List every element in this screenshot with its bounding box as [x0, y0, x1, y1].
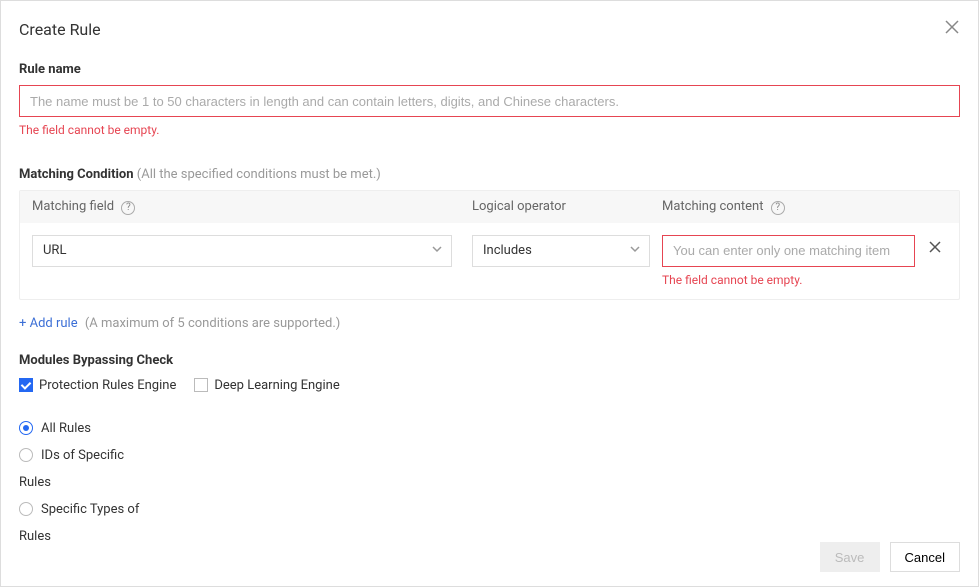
- header-matching-field: Matching field ?: [32, 199, 472, 215]
- matching-content-error: The field cannot be empty.: [662, 273, 915, 287]
- rule-name-input[interactable]: [19, 85, 960, 117]
- condition-header-row: Matching field ? Logical operator Matchi…: [20, 191, 959, 223]
- remove-condition-button[interactable]: [929, 241, 941, 257]
- help-icon[interactable]: ?: [771, 201, 785, 215]
- radio-label: Specific Types of: [41, 502, 139, 517]
- checkbox-label: Protection Rules Engine: [39, 378, 176, 393]
- radio-label: IDs of Specific: [41, 448, 124, 463]
- help-icon[interactable]: ?: [121, 201, 135, 215]
- create-rule-dialog: Create Rule Rule name The field cannot b…: [0, 0, 979, 587]
- dialog-header: Create Rule: [19, 19, 960, 40]
- checkbox-deep-learning-engine[interactable]: Deep Learning Engine: [194, 378, 339, 393]
- add-rule-line: + Add rule (A maximum of 5 conditions ar…: [19, 316, 960, 331]
- radio-ids-specific[interactable]: IDs of Specific: [19, 448, 960, 463]
- logical-operator-select[interactable]: Includes: [472, 235, 650, 267]
- header-logical-operator: Logical operator: [472, 199, 662, 214]
- radio-icon: [19, 421, 33, 435]
- radio-specific-types[interactable]: Specific Types of: [19, 502, 960, 517]
- radio-icon: [19, 448, 33, 462]
- modules-checkbox-row: Protection Rules Engine Deep Learning En…: [19, 378, 960, 393]
- modules-title: Modules Bypassing Check: [19, 353, 960, 368]
- radio-icon: [19, 502, 33, 516]
- matching-content-input[interactable]: [662, 235, 915, 267]
- checkbox-label: Deep Learning Engine: [214, 378, 339, 393]
- checkbox-protection-rules-engine[interactable]: Protection Rules Engine: [19, 378, 176, 393]
- matching-condition-hint: (All the specified conditions must be me…: [137, 167, 381, 182]
- dialog-footer: Save Cancel: [820, 542, 960, 572]
- checkbox-icon: [194, 378, 208, 392]
- logical-operator-value: Includes: [483, 243, 532, 258]
- radio-label-continuation: Rules: [19, 475, 960, 490]
- radio-label: All Rules: [41, 421, 91, 436]
- matching-condition-title: Matching Condition (All the specified co…: [19, 167, 960, 182]
- radio-all-rules[interactable]: All Rules: [19, 421, 960, 436]
- close-icon: [944, 19, 960, 35]
- cancel-button[interactable]: Cancel: [890, 542, 960, 572]
- close-icon: [929, 241, 941, 253]
- condition-row: URL Includes The: [20, 223, 959, 299]
- chevron-down-icon: [629, 243, 641, 259]
- rules-radio-group: All Rules IDs of Specific Rules Specific…: [19, 421, 960, 544]
- add-rule-link[interactable]: + Add rule: [19, 316, 78, 331]
- matching-field-select[interactable]: URL: [32, 235, 452, 267]
- add-rule-hint: (A maximum of 5 conditions are supported…: [85, 316, 340, 331]
- matching-field-value: URL: [43, 243, 66, 258]
- checkbox-icon: [19, 378, 33, 392]
- chevron-down-icon: [431, 243, 443, 259]
- rule-name-error: The field cannot be empty.: [19, 123, 960, 137]
- condition-table: Matching field ? Logical operator Matchi…: [19, 190, 960, 300]
- header-matching-field-text: Matching field: [32, 199, 114, 214]
- rule-name-label: Rule name: [19, 62, 960, 77]
- dialog-title: Create Rule: [19, 20, 101, 39]
- matching-condition-section: Matching Condition (All the specified co…: [19, 167, 960, 331]
- modules-section: Modules Bypassing Check Protection Rules…: [19, 353, 960, 544]
- save-button[interactable]: Save: [820, 542, 880, 572]
- matching-condition-title-text: Matching Condition: [19, 167, 134, 182]
- rule-name-section: Rule name The field cannot be empty.: [19, 62, 960, 137]
- close-button[interactable]: [944, 19, 960, 40]
- header-matching-content-text: Matching content: [662, 199, 763, 214]
- header-matching-content: Matching content ?: [662, 199, 923, 215]
